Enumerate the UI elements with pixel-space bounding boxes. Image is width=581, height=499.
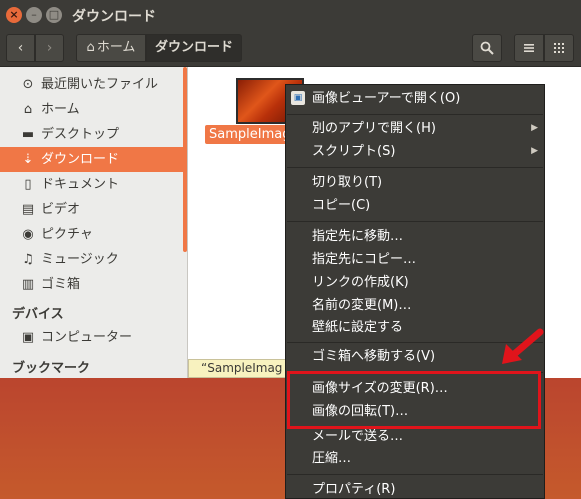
sidebar-item-home[interactable]: ⌂ ホーム — [0, 97, 183, 122]
menu-item-label: 指定先に移動… — [312, 229, 404, 244]
sidebar-item-label: ゴミ箱 — [41, 277, 81, 292]
sidebar-item-label: ドキュメント — [41, 177, 120, 192]
sidebar-item-label: ミュージック — [41, 252, 119, 267]
menu-separator — [287, 114, 543, 115]
menu-item-label: スクリプト(S) — [312, 144, 396, 159]
maximize-window-button[interactable]: □ — [46, 7, 62, 23]
clock-icon: ⊙ — [22, 77, 34, 92]
computer-icon: ▣ — [21, 330, 35, 345]
camera-icon: ◉ — [22, 227, 34, 242]
annotation-arrow-icon — [502, 328, 544, 364]
music-icon: ♫ — [22, 252, 34, 267]
sidebar-item-pictures[interactable]: ◉ ピクチャ — [0, 222, 183, 247]
menu-item-copy[interactable]: コピー(C) — [286, 194, 544, 217]
minimize-window-button[interactable]: – — [26, 7, 42, 23]
sidebar-scrollbar[interactable] — [183, 67, 187, 252]
submenu-arrow-icon: ▶ — [531, 123, 538, 133]
folder-icon: ▬ — [21, 127, 35, 142]
menu-item-label: ゴミ箱へ移動する(V) — [312, 349, 436, 364]
menu-item-open-with-other[interactable]: 別のアプリで開く(H) ▶ — [286, 117, 544, 140]
sidebar-item-downloads[interactable]: ⇣ ダウンロード — [0, 147, 183, 172]
menu-item-label: 壁紙に設定する — [312, 320, 404, 335]
menu-item-label: 画像ビューアーで開く(O) — [312, 91, 461, 106]
sidebar-item-label: ダウンロード — [41, 152, 120, 167]
sidebar-item-documents[interactable]: ▯ ドキュメント — [0, 172, 183, 197]
breadcrumb-home-label: ホーム — [96, 40, 136, 55]
menu-item-label: 別のアプリで開く(H) — [312, 121, 436, 136]
annotation-highlight-box — [287, 371, 541, 429]
list-view-icon — [524, 44, 534, 52]
breadcrumb-downloads[interactable]: ダウンロード — [146, 34, 242, 62]
status-tooltip: “SampleImag — [188, 359, 298, 378]
sidebar-item-label: 最近開いたファイル — [41, 77, 159, 92]
menu-item-properties[interactable]: プロパティ(R) — [286, 478, 544, 499]
sidebar-item-computer[interactable]: ▣ コンピューター — [0, 325, 183, 350]
menu-item-label: コピー(C) — [312, 198, 371, 213]
image-viewer-icon: ▣ — [291, 91, 305, 105]
menu-separator — [287, 474, 543, 475]
menu-item-label: 切り取り(T) — [312, 175, 383, 190]
menu-separator — [287, 167, 543, 168]
sidebar-item-label: ホーム — [41, 102, 80, 117]
menu-item-compress[interactable]: 圧縮… — [286, 447, 544, 470]
menu-item-label: プロパティ(R) — [312, 482, 396, 497]
close-window-button[interactable]: × — [6, 7, 22, 23]
search-icon — [480, 41, 494, 55]
sidebar-item-trash[interactable]: ▥ ゴミ箱 — [0, 272, 183, 297]
breadcrumb-home[interactable]: ⌂ ホーム — [76, 34, 146, 62]
home-icon: ⌂ — [23, 102, 33, 117]
menu-item-cut[interactable]: 切り取り(T) — [286, 171, 544, 194]
menu-item-make-link[interactable]: リンクの作成(K) — [286, 271, 544, 294]
sidebar-item-label: ビデオ — [41, 202, 81, 217]
menu-item-move-to[interactable]: 指定先に移動… — [286, 225, 544, 248]
search-button[interactable] — [472, 34, 502, 62]
title-bar: × – □ ダウンロード — [0, 0, 581, 30]
toolbar: ‹ › ⌂ ホーム ダウンロード — [0, 30, 581, 67]
sidebar-item-recent[interactable]: ⊙ 最近開いたファイル — [0, 72, 183, 97]
sidebar-item-label: デスクトップ — [41, 127, 120, 142]
menu-item-label: リンクの作成(K) — [312, 275, 409, 290]
menu-item-scripts[interactable]: スクリプト(S) ▶ — [286, 140, 544, 163]
sidebar-item-desktop[interactable]: ▬ デスクトップ — [0, 122, 183, 147]
sidebar-bookmarks-heading: ブックマーク — [12, 361, 91, 376]
chevron-left-icon: ‹ — [17, 40, 24, 56]
menu-item-rename[interactable]: 名前の変更(M)… — [286, 294, 544, 317]
menu-item-copy-to[interactable]: 指定先にコピー… — [286, 248, 544, 271]
sidebar-item-label: コンピューター — [41, 330, 133, 345]
trash-icon: ▥ — [21, 277, 35, 292]
grid-view-button[interactable] — [544, 34, 574, 62]
context-menu: ▣ 画像ビューアーで開く(O) 別のアプリで開く(H) ▶ スクリプト(S) ▶… — [285, 84, 545, 499]
sidebar: ⊙ 最近開いたファイル ⌂ ホーム ▬ デスクトップ ⇣ ダウンロード ▯ ドキ… — [0, 67, 188, 378]
list-view-button[interactable] — [514, 34, 544, 62]
chevron-right-icon: › — [46, 40, 53, 56]
menu-item-label: 指定先にコピー… — [312, 252, 417, 267]
menu-separator — [287, 221, 543, 222]
forward-button[interactable]: › — [35, 34, 64, 62]
menu-item-open-with-image-viewer[interactable]: ▣ 画像ビューアーで開く(O) — [286, 87, 544, 110]
window-title: ダウンロード — [72, 9, 156, 25]
grid-view-icon — [554, 43, 564, 53]
document-icon: ▯ — [24, 177, 32, 192]
sidebar-item-music[interactable]: ♫ ミュージック — [0, 247, 183, 272]
home-icon: ⌂ — [86, 40, 95, 55]
sidebar-devices-heading: デバイス — [12, 307, 64, 322]
back-button[interactable]: ‹ — [6, 34, 35, 62]
download-icon: ⇣ — [22, 152, 34, 167]
sidebar-item-videos[interactable]: ▤ ビデオ — [0, 197, 183, 222]
menu-item-label: 圧縮… — [312, 451, 352, 466]
submenu-arrow-icon: ▶ — [531, 146, 538, 156]
film-icon: ▤ — [21, 202, 35, 217]
menu-item-label: 名前の変更(M)… — [312, 298, 412, 313]
sidebar-item-label: ピクチャ — [41, 227, 93, 242]
